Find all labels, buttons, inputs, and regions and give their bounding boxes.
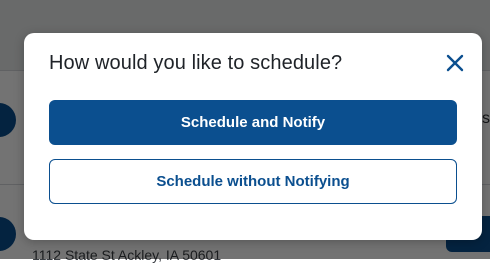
close-button[interactable] [442,50,468,76]
schedule-dialog: How would you like to schedule? Schedule… [24,33,482,240]
close-icon [445,53,465,73]
schedule-and-notify-button[interactable]: Schedule and Notify [49,100,457,145]
dialog-title: How would you like to schedule? [49,52,343,74]
schedule-without-notifying-button[interactable]: Schedule without Notifying [49,159,457,204]
